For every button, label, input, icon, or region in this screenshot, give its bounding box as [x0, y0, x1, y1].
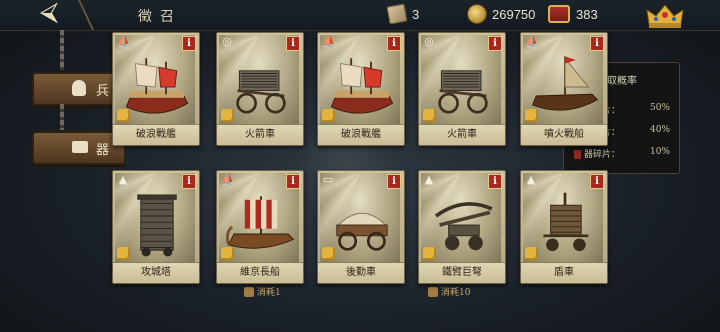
card-name: 火箭車: [217, 124, 303, 145]
info-icon[interactable]: i: [590, 174, 604, 189]
unit-card[interactable]: ▭ i 後勤車: [317, 170, 405, 284]
galleon-illustration: [125, 58, 189, 114]
puzzle-piece-icon: [322, 247, 335, 260]
hanging-chain: [60, 104, 64, 130]
card-name: 噴火戰船: [521, 124, 607, 145]
treasure-chest-icon: [548, 5, 570, 23]
cost-single: 消耗1: [244, 285, 281, 298]
page-title: 徵召: [138, 9, 182, 25]
scroll-count: 3: [412, 6, 420, 22]
unit-card[interactable]: ⛵ i 維京長船: [216, 170, 304, 284]
sidebar-item-label: 兵: [96, 84, 110, 99]
ship-type-icon: ⛵: [221, 173, 235, 186]
fragment-icon: [574, 150, 581, 159]
longship-illustration: [226, 196, 295, 249]
gold-count: 269750: [492, 6, 536, 22]
unit-card[interactable]: ▲ i 盾車: [520, 170, 608, 284]
unit-card[interactable]: ⛵ i 破浪戰艦: [317, 32, 405, 146]
card-name: 盾車: [521, 262, 607, 283]
drop-rate-title: 取概率: [607, 76, 637, 87]
card-name: 後勤車: [318, 262, 404, 283]
cost-ten: 消耗10: [428, 285, 470, 298]
puzzle-piece-icon: [221, 247, 234, 260]
puzzle-piece-icon: [525, 109, 538, 122]
card-name: 破浪戰艦: [113, 124, 199, 145]
ballista-illustration: [434, 202, 493, 251]
puzzle-piece-icon: [322, 109, 335, 122]
info-icon[interactable]: i: [387, 36, 401, 51]
card-name: 火箭車: [419, 124, 505, 145]
fire-ship-illustration: [532, 56, 599, 111]
wagon-illustration: [336, 212, 388, 251]
puzzle-piece-icon: [117, 247, 130, 260]
corner-ornament: [78, 0, 116, 30]
helmet-icon: [72, 80, 86, 96]
puzzle-piece-icon: [525, 247, 538, 260]
puzzle-piece-icon: [117, 109, 130, 122]
support-type-icon: ▭: [322, 173, 334, 186]
card-name: 鐵臂巨弩: [419, 262, 505, 283]
siege-type-icon: ▲: [424, 173, 434, 186]
card-name: 維京長船: [217, 262, 303, 283]
siege-icon: [72, 141, 88, 153]
shield-cart-illustration: [543, 192, 589, 252]
scroll-icon: [244, 286, 254, 297]
card-name: 破浪戰艦: [318, 124, 404, 145]
info-icon[interactable]: i: [182, 36, 196, 51]
crown-icon[interactable]: [645, 2, 685, 30]
scroll-icon: [386, 3, 408, 25]
gold-coin-icon: [468, 5, 486, 23]
puzzle-piece-icon: [423, 247, 436, 260]
info-icon[interactable]: i: [182, 174, 196, 189]
sidebar-item-label: 器: [96, 143, 110, 158]
ranged-type-icon: ◎: [424, 35, 434, 48]
gold-resource: 269750: [468, 5, 535, 23]
unit-card[interactable]: ▲ i 鐵臂巨弩: [418, 170, 506, 284]
siege-tower-illustration: [137, 194, 177, 257]
scroll-resource: 3: [386, 3, 420, 25]
galleon-illustration: [330, 58, 394, 114]
ranged-type-icon: ◎: [222, 35, 232, 48]
puzzle-piece-icon: [423, 109, 436, 122]
info-icon[interactable]: i: [488, 36, 502, 51]
gem-resource: 383: [548, 5, 598, 23]
siege-type-icon: ▲: [526, 173, 536, 186]
info-icon[interactable]: i: [590, 36, 604, 51]
unit-card[interactable]: ⛵ i 破浪戰艦: [112, 32, 200, 146]
rocket-cart-illustration: [438, 70, 488, 114]
drop-rate-row: 器碎片： 10%: [574, 147, 670, 160]
top-bar: ⮘ 徵召 3 269750 383: [0, 0, 720, 31]
gem-count: 383: [576, 6, 598, 22]
scroll-icon: [428, 286, 438, 297]
info-icon[interactable]: i: [286, 174, 300, 189]
hanging-chain: [60, 30, 64, 70]
puzzle-piece-icon: [221, 109, 234, 122]
back-arrow-icon[interactable]: ⮘: [28, 0, 70, 25]
info-icon[interactable]: i: [488, 174, 502, 189]
card-name: 攻城塔: [113, 262, 199, 283]
info-icon[interactable]: i: [387, 174, 401, 189]
unit-card[interactable]: ◎ i 火箭車: [216, 32, 304, 146]
unit-card[interactable]: ⛵ i 噴火戰船: [520, 32, 608, 146]
info-icon[interactable]: i: [286, 36, 300, 51]
unit-card[interactable]: ▲ i 攻城塔: [112, 170, 200, 284]
rocket-cart-illustration: [236, 70, 286, 114]
ship-type-icon: ⛵: [117, 35, 131, 48]
siege-type-icon: ▲: [118, 173, 128, 186]
ship-type-icon: ⛵: [525, 35, 539, 48]
ship-type-icon: ⛵: [322, 35, 336, 48]
unit-card[interactable]: ◎ i 火箭車: [418, 32, 506, 146]
